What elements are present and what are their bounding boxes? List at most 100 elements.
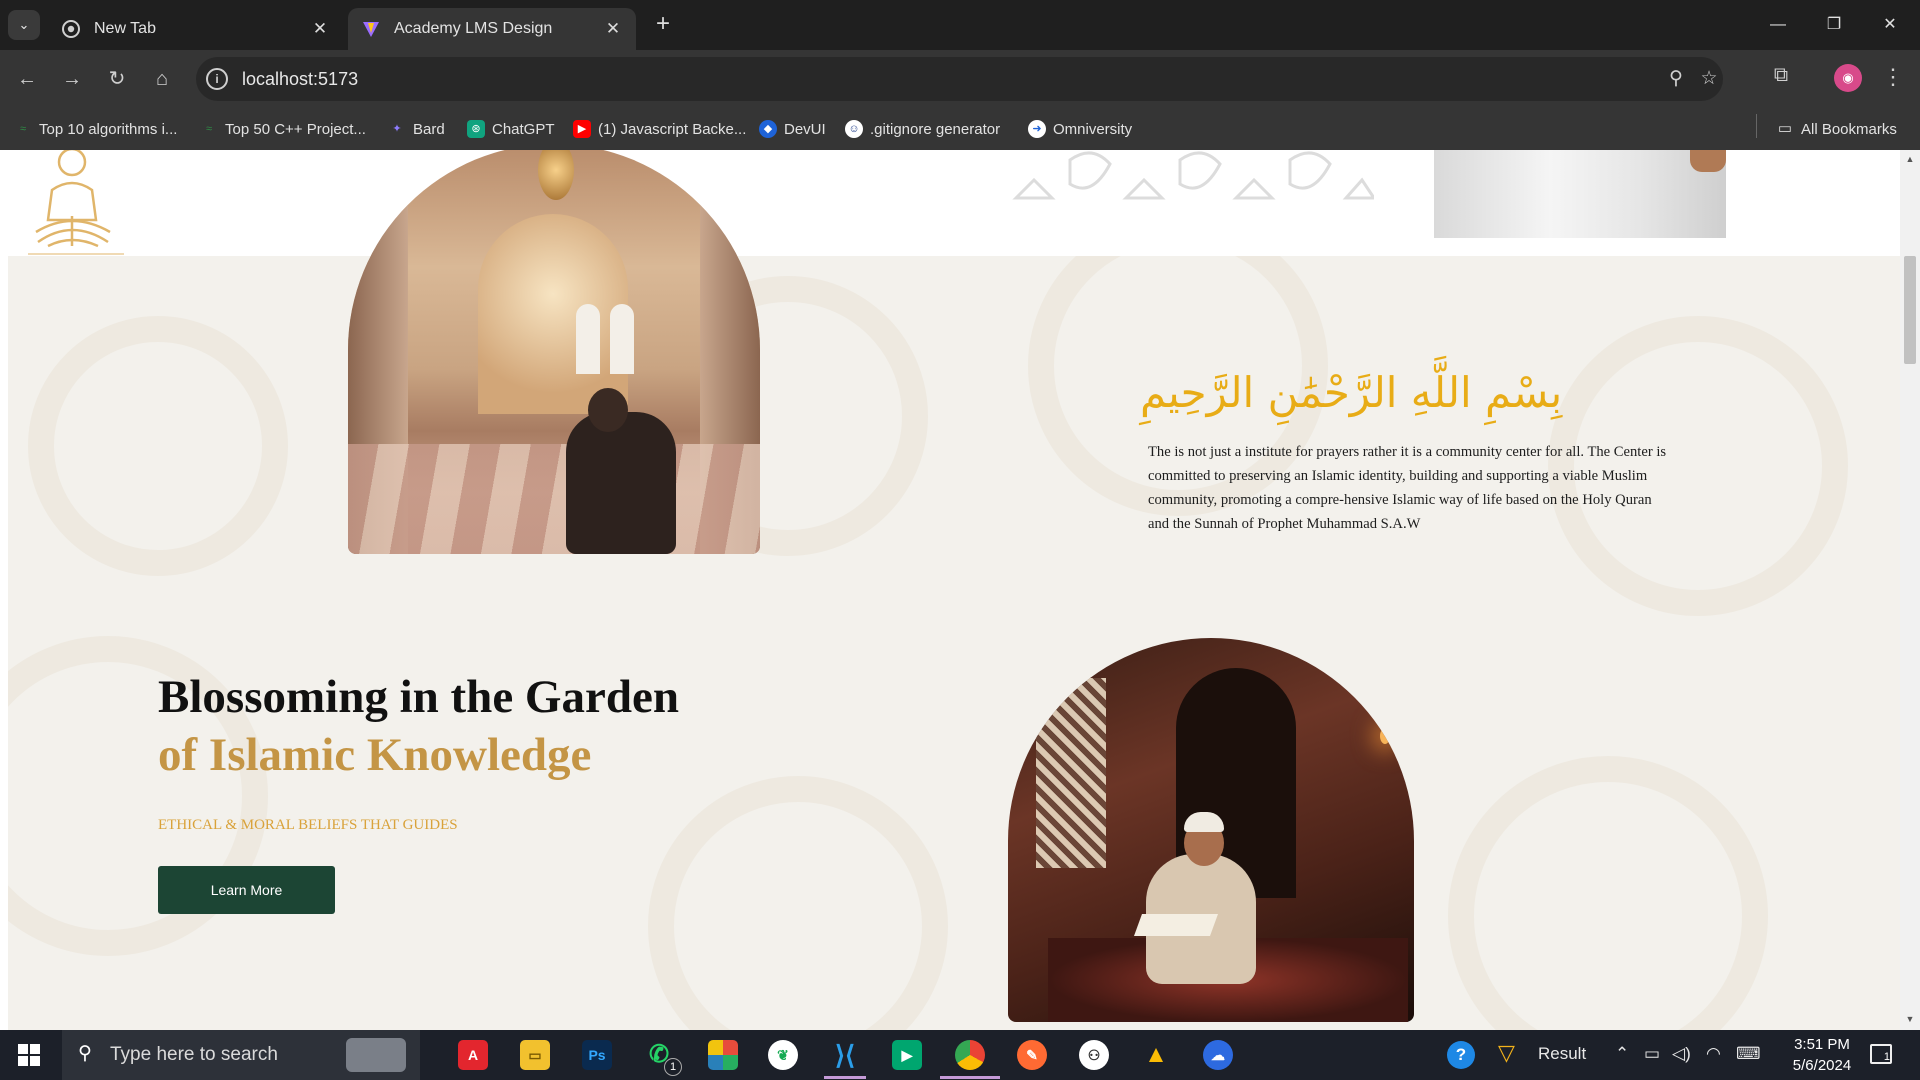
gfg-icon: ≈ xyxy=(205,123,213,135)
avatar[interactable]: ◉ xyxy=(1834,64,1862,92)
background-swirl xyxy=(28,316,288,576)
close-icon[interactable]: ✕ xyxy=(602,18,624,40)
wifi-icon[interactable]: ◠ xyxy=(1706,1044,1721,1064)
chrome-icon[interactable] xyxy=(955,1040,985,1070)
bismillah-calligraphy: بِسْمِ اللَّهِ الرَّحْمَٰنِ الرَّحِيمِ xyxy=(1140,368,1563,417)
chevron-up-icon[interactable]: ⌃ xyxy=(1615,1044,1629,1064)
extensions-icon[interactable]: ⧉ xyxy=(1767,64,1795,92)
close-icon[interactable]: ✕ xyxy=(309,18,331,40)
file-explorer-icon[interactable]: ▭ xyxy=(520,1040,550,1070)
omniversity-icon: ➜ xyxy=(1028,120,1046,138)
learn-more-button[interactable]: Learn More xyxy=(158,866,335,914)
result-label[interactable]: Result xyxy=(1538,1044,1586,1064)
bookmark-item[interactable]: ▶ (1) Javascript Backe... xyxy=(573,118,746,140)
vite-icon[interactable]: ▽ xyxy=(1498,1040,1515,1066)
vite-icon xyxy=(363,22,379,37)
search-icon: ⚲ xyxy=(78,1043,92,1064)
new-tab-button[interactable]: + xyxy=(651,12,675,36)
all-bookmarks[interactable]: ▭ All Bookmarks xyxy=(1776,118,1897,140)
gitignore-icon: ☺ xyxy=(845,120,863,138)
photoshop-icon[interactable]: Ps xyxy=(582,1040,612,1070)
zoom-icon[interactable]: ⚲ xyxy=(1664,67,1688,91)
active-app-indicator xyxy=(940,1076,1000,1079)
help-icon[interactable]: ? xyxy=(1447,1041,1475,1069)
bookmark-item[interactable]: ➜ Omniversity xyxy=(1028,118,1132,140)
quran-reading-image xyxy=(1008,638,1414,1022)
scroll-up-icon[interactable]: ▲ xyxy=(1904,154,1916,166)
reload-icon[interactable]: ↻ xyxy=(102,64,132,94)
gfg-icon: ≈ xyxy=(19,123,27,135)
bookmark-item[interactable]: ≈ Top 10 algorithms i... xyxy=(14,118,177,140)
bookmark-item[interactable]: ⊛ ChatGPT xyxy=(467,118,555,140)
more-menu-icon[interactable]: ⋮ xyxy=(1882,64,1904,92)
mosque-prayer-image xyxy=(348,150,760,554)
notification-center-icon[interactable]: 1 xyxy=(1870,1044,1892,1064)
chrome-icon xyxy=(62,20,80,38)
windows-start-icon[interactable] xyxy=(18,1044,40,1066)
back-arrow-icon[interactable]: ← xyxy=(12,64,42,94)
figure-robe-image xyxy=(1434,150,1726,238)
google-drive-icon[interactable]: ▲ xyxy=(1141,1040,1171,1070)
star-icon[interactable]: ☆ xyxy=(1697,67,1721,91)
bookmark-item[interactable]: ✦ Bard xyxy=(388,118,444,140)
battery-icon[interactable]: ▭ xyxy=(1644,1044,1660,1064)
hand-image xyxy=(1690,150,1726,172)
browser-toolbar: ← → ↻ ⌂ i localhost:5173 ⚲ ☆ xyxy=(0,50,1920,108)
home-icon[interactable]: ⌂ xyxy=(147,64,177,94)
restore-icon[interactable]: ❐ xyxy=(1814,10,1854,40)
hero-bottom-band xyxy=(0,150,1900,256)
meet-icon[interactable]: ▶ xyxy=(892,1040,922,1070)
mongodb-icon[interactable]: ❦ xyxy=(768,1040,798,1070)
background-swirl xyxy=(648,776,948,1030)
window-close-icon[interactable]: ✕ xyxy=(1870,10,1910,40)
tab-title: New Tab xyxy=(94,20,156,37)
tab-new-tab[interactable]: New Tab ✕ xyxy=(48,8,343,50)
postman-icon[interactable]: ✎ xyxy=(1017,1040,1047,1070)
clock-date: 5/6/2024 xyxy=(1792,1057,1852,1074)
bookmarks-bar: ≈ Top 10 algorithms i... ≈ Top 50 C++ Proj… xyxy=(0,108,1920,150)
acrobat-icon[interactable]: A xyxy=(458,1040,488,1070)
chatgpt-icon: ⊛ xyxy=(467,120,485,138)
tab-strip: ⌄ New Tab ✕ Academy LMS Design ✕ + — ❐ ✕ xyxy=(0,0,1920,50)
background-swirl xyxy=(1448,756,1768,1030)
notification-badge: 1 xyxy=(664,1058,682,1076)
tab-academy-lms[interactable]: Academy LMS Design ✕ xyxy=(348,8,636,50)
page-viewport: بِسْمِ اللَّهِ الرَّحْمَٰنِ الرَّحِيمِ T… xyxy=(0,150,1920,1030)
messenger-icon[interactable]: ☁ xyxy=(1203,1040,1233,1070)
clock-time: 3:51 PM xyxy=(1794,1036,1850,1053)
vertical-scrollbar[interactable]: ▲ ▼ xyxy=(1900,150,1920,1030)
site-info-icon[interactable]: i xyxy=(206,68,228,90)
camera-icon xyxy=(346,1038,406,1072)
intro-paragraph: The is not just a institute for prayers … xyxy=(1148,444,1667,532)
reader-icon xyxy=(28,150,124,255)
url-text[interactable]: localhost:5173 xyxy=(242,69,358,90)
volume-icon[interactable]: ◁) xyxy=(1672,1044,1691,1064)
youtube-icon: ▶ xyxy=(573,120,591,138)
office-tiles-icon[interactable] xyxy=(708,1040,738,1070)
bard-icon: ✦ xyxy=(392,123,402,135)
bookmark-item[interactable]: ≈ Top 50 C++ Project... xyxy=(200,118,366,140)
address-bar[interactable]: i localhost:5173 ⚲ ☆ xyxy=(196,57,1723,101)
bookmark-item[interactable]: ☺ .gitignore generator xyxy=(845,118,1000,140)
tab-title: Academy LMS Design xyxy=(394,20,553,37)
minimize-icon[interactable]: — xyxy=(1758,10,1798,40)
folder-icon: ▭ xyxy=(1777,120,1793,137)
keyboard-icon[interactable]: ⌨ xyxy=(1736,1044,1761,1064)
tab-search-button[interactable]: ⌄ xyxy=(8,10,40,40)
page-title: Blossoming in the Garden xyxy=(158,671,679,723)
pattern-decoration xyxy=(1012,151,1374,200)
forward-arrow-icon[interactable]: → xyxy=(57,64,87,94)
windows-taskbar: ⚲ Type here to search A ▭ Ps ✆ 1 ❦ ⟩⟨ ▶ … xyxy=(0,1030,1920,1080)
system-clock[interactable]: 3:51 PM 5/6/2024 xyxy=(1780,1034,1864,1076)
app-icon[interactable]: ⚇ xyxy=(1079,1040,1109,1070)
vscode-icon[interactable]: ⟩⟨ xyxy=(830,1040,860,1070)
search-placeholder: Type here to search xyxy=(110,1044,278,1065)
bookmarks-divider xyxy=(1756,114,1757,138)
bookmark-item[interactable]: ◆ DevUI xyxy=(759,118,826,140)
subheading: ETHICAL & MORAL BELIEFS THAT GUIDES xyxy=(158,817,458,833)
taskbar-search-input[interactable]: ⚲ Type here to search xyxy=(62,1030,420,1080)
active-app-indicator xyxy=(824,1076,866,1079)
scroll-thumb[interactable] xyxy=(1904,256,1916,364)
scroll-down-icon[interactable]: ▼ xyxy=(1904,1014,1916,1026)
page-title-highlight: of Islamic Knowledge xyxy=(158,729,592,781)
